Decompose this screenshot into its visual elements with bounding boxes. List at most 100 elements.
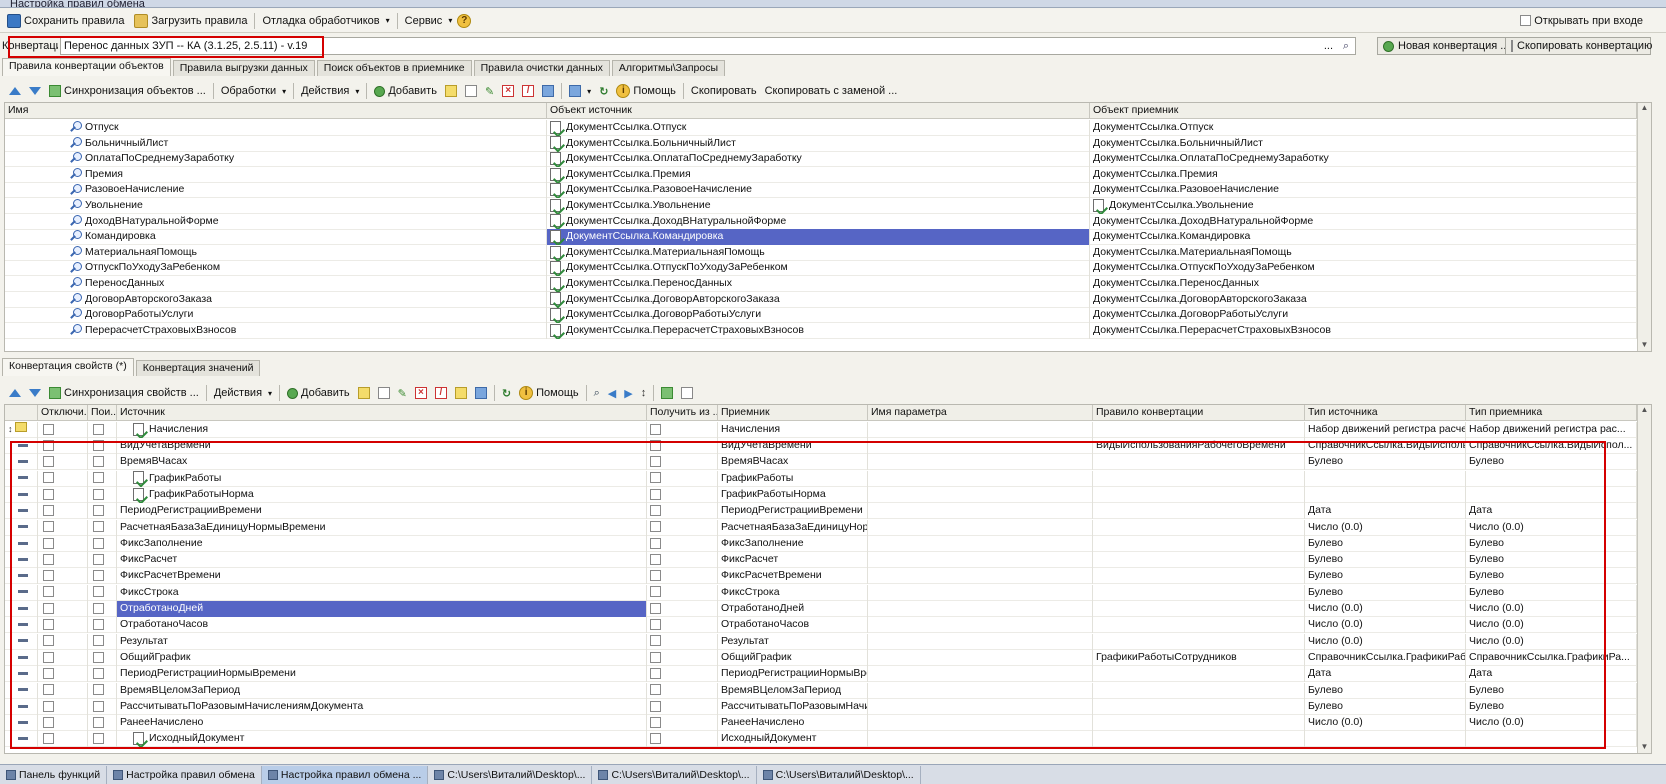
- get-from-checkbox[interactable]: [650, 619, 661, 631]
- search-checkbox[interactable]: [93, 439, 104, 451]
- table-row[interactable]: ВремяВЦеломЗаПериод ВремяВЦеломЗаПериод Бу…: [5, 682, 1637, 699]
- find-button[interactable]: [539, 82, 557, 100]
- cell-get-from[interactable]: [647, 633, 718, 650]
- search-checkbox[interactable]: [93, 700, 104, 712]
- refresh-button[interactable]: ↻: [499, 384, 514, 402]
- disable-button[interactable]: /: [432, 384, 450, 402]
- disabled-checkbox[interactable]: [43, 586, 54, 598]
- search-checkbox[interactable]: [93, 667, 104, 679]
- table-row[interactable]: Результат Результат Число (0.0) Число (0.0): [5, 633, 1637, 650]
- disabled-checkbox[interactable]: [43, 504, 54, 516]
- disabled-checkbox[interactable]: [43, 521, 54, 533]
- table-row[interactable]: ОбщийГрафик ОбщийГрафик ГрафикиРаботыСотру…: [5, 649, 1637, 666]
- copy-with-replace-button[interactable]: Скопировать с заменой ...: [762, 82, 901, 100]
- get-from-checkbox[interactable]: [650, 684, 661, 696]
- cell-get-from[interactable]: [647, 715, 718, 732]
- col-search[interactable]: Пои...: [88, 405, 117, 421]
- cell-disabled[interactable]: [38, 486, 88, 503]
- disabled-checkbox[interactable]: [43, 423, 54, 435]
- search-checkbox[interactable]: [93, 651, 104, 663]
- cell-get-from[interactable]: [647, 519, 718, 536]
- disabled-checkbox[interactable]: [43, 635, 54, 647]
- disabled-checkbox[interactable]: [43, 716, 54, 728]
- col-target-object[interactable]: Объект приемник: [1090, 103, 1637, 119]
- new-conversion-button[interactable]: Новая конвертация ...: [1377, 37, 1516, 55]
- move-up-button[interactable]: [6, 82, 24, 100]
- scroll-down-icon[interactable]: ▼: [1638, 742, 1651, 751]
- clear-button[interactable]: [678, 384, 696, 402]
- cell-disabled[interactable]: [38, 649, 88, 666]
- disabled-checkbox[interactable]: [43, 619, 54, 631]
- get-from-checkbox[interactable]: [650, 667, 661, 679]
- col-name[interactable]: Имя: [5, 103, 547, 119]
- cell-search[interactable]: [88, 584, 117, 601]
- table-row[interactable]: ПерерасчетСтраховыхВзносов ДокументСсылка…: [5, 322, 1637, 339]
- disabled-checkbox[interactable]: [43, 488, 54, 500]
- search-checkbox[interactable]: [93, 472, 104, 484]
- search-checkbox[interactable]: [93, 553, 104, 565]
- open-on-start-toggle[interactable]: Открывать при входе: [1515, 11, 1648, 31]
- col-conversion-rule[interactable]: Правило конвертации: [1093, 405, 1305, 421]
- get-from-checkbox[interactable]: [650, 635, 661, 647]
- table-row[interactable]: ФиксРасчетВремени ФиксРасчетВремени Булево…: [5, 568, 1637, 585]
- get-from-checkbox[interactable]: [650, 570, 661, 582]
- copy-button[interactable]: Скопировать: [688, 82, 760, 100]
- save-rules-button[interactable]: Сохранить правила: [2, 11, 129, 31]
- cell-disabled[interactable]: [38, 698, 88, 715]
- table-row[interactable]: ИсходныйДокумент ИсходныйДокумент: [5, 731, 1637, 748]
- disabled-checkbox[interactable]: [43, 700, 54, 712]
- delete-button[interactable]: ×: [499, 82, 517, 100]
- help-icon[interactable]: ?: [457, 13, 472, 28]
- table-row[interactable]: РасчетнаяБазаЗаЕдиницуНормыВремени Расчет…: [5, 519, 1637, 536]
- search-checkbox[interactable]: [93, 684, 104, 696]
- tab-algorithms-queries[interactable]: Алгоритмы\Запросы: [611, 60, 725, 76]
- fill-button[interactable]: [658, 384, 676, 402]
- scroll-down-icon[interactable]: ▼: [1638, 340, 1651, 349]
- cell-disabled[interactable]: [38, 503, 88, 520]
- table-row[interactable]: ВидУчетаВремени ВидУчетаВремени ВидыИсполь…: [5, 438, 1637, 454]
- table-row[interactable]: ГрафикРаботыНорма ГрафикРаботыНорма: [5, 486, 1637, 503]
- table-row[interactable]: ГрафикРаботы ГрафикРаботы: [5, 470, 1637, 487]
- cell-disabled[interactable]: [38, 552, 88, 569]
- get-from-checkbox[interactable]: [650, 504, 661, 516]
- add-folder-button[interactable]: [442, 82, 460, 100]
- get-from-checkbox[interactable]: [650, 716, 661, 728]
- search-checkbox[interactable]: [93, 635, 104, 647]
- tab-object-conversion-rules[interactable]: Правила конвертации объектов: [2, 58, 171, 76]
- cell-get-from[interactable]: [647, 438, 718, 454]
- copy-conversion-button[interactable]: Скопировать конвертацию: [1505, 37, 1652, 55]
- cell-search[interactable]: [88, 503, 117, 520]
- cell-disabled[interactable]: [38, 422, 88, 438]
- service-menu[interactable]: Сервис: [400, 11, 458, 31]
- actions-menu[interactable]: Действия: [298, 82, 362, 100]
- search-checkbox[interactable]: [93, 504, 104, 516]
- cell-get-from[interactable]: [647, 731, 718, 748]
- get-from-checkbox[interactable]: [650, 439, 661, 451]
- cell-get-from[interactable]: [647, 649, 718, 666]
- table-row[interactable]: РанееНачислено РанееНачислено Число (0.0) Ч…: [5, 715, 1637, 732]
- cell-get-from[interactable]: [647, 601, 718, 617]
- task-item[interactable]: Настройка правил обмена: [107, 765, 262, 784]
- table-row[interactable]: ДоходВНатуральнойФорме ДокументСсылка.Дох…: [5, 213, 1637, 230]
- table-row[interactable]: БольничныйЛист ДокументСсылка.БольничныйЛ…: [5, 135, 1637, 152]
- col-source-object[interactable]: Объект источник: [547, 103, 1090, 119]
- table-row[interactable]: ОтработаноЧасов ОтработаноЧасов Число (0.0…: [5, 617, 1637, 634]
- cell-disabled[interactable]: [38, 535, 88, 552]
- cell-get-from[interactable]: [647, 568, 718, 585]
- scroll-up-icon[interactable]: ▲: [1638, 405, 1651, 414]
- edit-button[interactable]: ✎: [482, 82, 497, 100]
- tab-target-search[interactable]: Поиск объектов в приемнике: [316, 60, 472, 76]
- cell-get-from[interactable]: [647, 470, 718, 487]
- table-row[interactable]: ФиксЗаполнение ФиксЗаполнение Булево Булево: [5, 535, 1637, 552]
- handlers-menu[interactable]: Обработки: [218, 82, 289, 100]
- scroll-up-icon[interactable]: ▲: [1638, 103, 1651, 112]
- tab-export-rules[interactable]: Правила выгрузки данных: [172, 60, 315, 76]
- cell-get-from[interactable]: [647, 503, 718, 520]
- cell-disabled[interactable]: [38, 633, 88, 650]
- cell-get-from[interactable]: [647, 666, 718, 683]
- cell-get-from[interactable]: [647, 682, 718, 699]
- cell-search[interactable]: [88, 649, 117, 666]
- get-from-checkbox[interactable]: [650, 651, 661, 663]
- sort-button[interactable]: ↕: [638, 384, 650, 402]
- delete-button[interactable]: ×: [412, 384, 430, 402]
